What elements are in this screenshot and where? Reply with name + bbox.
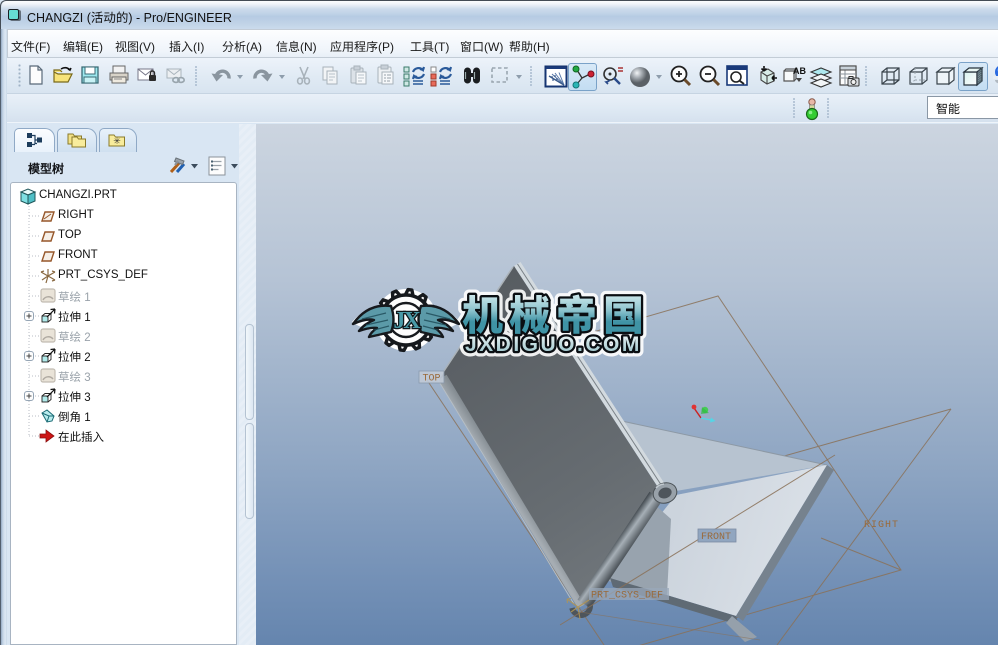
svg-text:FRONT: FRONT — [701, 532, 731, 543]
svg-text:AB: AB — [793, 66, 806, 76]
svg-text:TOP: TOP — [423, 374, 441, 385]
svg-text:JX: JX — [393, 308, 421, 334]
svg-text:✳: ✳ — [113, 136, 121, 146]
svg-text:PRT_CSYS_DEF: PRT_CSYS_DEF — [591, 591, 663, 602]
svg-text:JXDIGUO.COM: JXDIGUO.COM — [465, 333, 642, 356]
svg-text:RIGHT: RIGHT — [864, 520, 899, 531]
